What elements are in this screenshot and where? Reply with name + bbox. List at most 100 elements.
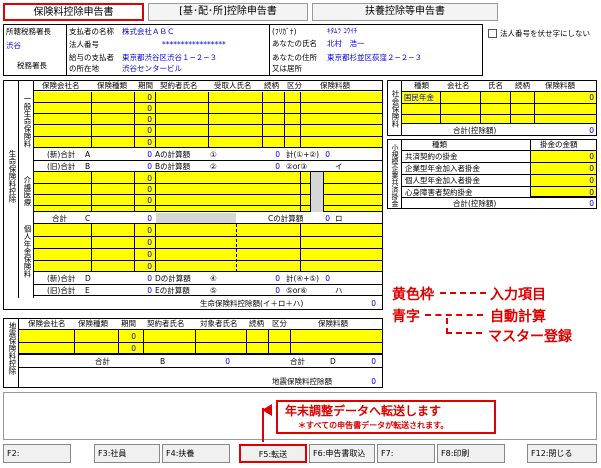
quake-d-value: 0: [371, 357, 376, 366]
payer-addr-value1: 東京都渋谷区渋谷１−２−３: [122, 53, 218, 62]
gen-b-label: B: [85, 162, 91, 171]
gen-circ2: ②: [210, 162, 217, 171]
gen-b-calc-label: Bの計算額: [155, 162, 191, 171]
small-item-2: 企業型年金加入者掛金: [405, 164, 480, 173]
quake-h-type: 保険種類: [78, 319, 108, 328]
life-h-class: 区分: [287, 81, 302, 90]
pen-amount-1: 0: [147, 226, 152, 235]
med-c-calc-value: 0: [325, 214, 330, 223]
f12-close-button[interactable]: F12:閉じる: [527, 444, 597, 463]
f2-button[interactable]: F2:: [3, 444, 71, 463]
corp-no-value: *****************: [162, 40, 226, 49]
quake-h-relation: 続柄: [249, 319, 264, 328]
small-value-2: 0: [589, 164, 594, 173]
social-h-name: 氏名: [488, 81, 503, 90]
life-h-relation: 続柄: [264, 81, 279, 90]
life-grand-total-label: 生命保険料控除額(イ＋ロ＋ハ): [200, 299, 304, 308]
kana-label: (ﾌﾘｶﾞﾅ): [272, 27, 297, 36]
legend-blue-desc2: マスター登録: [488, 329, 572, 345]
addr-label2: 又は居所: [272, 64, 302, 73]
small-total-value: 0: [589, 199, 594, 208]
quake-d-label: D: [330, 357, 336, 366]
kana-value: ｷﾀﾑﾗ ｺｳｲﾁ: [327, 27, 358, 35]
gen-amount-5: 0: [147, 138, 152, 147]
quake-h-contractor: 契約者氏名: [147, 319, 185, 328]
med-amount-2: 0: [147, 185, 152, 194]
quake-h-target: 対象者氏名: [200, 319, 238, 328]
pen-new-label: (新)合計: [47, 274, 76, 283]
med-c-calc-label: Cの計算額: [268, 214, 304, 223]
pen-old-label: (旧)合計: [47, 286, 76, 295]
tab-dependent-deduction[interactable]: 扶養控除等申告書: [312, 3, 498, 21]
med-c-value: 0: [147, 214, 152, 223]
social-row1-value: 0: [589, 93, 594, 102]
medical-input-area[interactable]: [34, 172, 383, 212]
gen-b-value: 0: [147, 162, 152, 171]
small-item-3: 個人型年金加入者掛金: [405, 176, 480, 185]
payer-addr-label1: 給与の支払者: [69, 53, 114, 62]
med-c-label: C: [85, 214, 91, 223]
small-section-label: 小規模企業共済掛金: [391, 144, 399, 207]
med-amount-3: 0: [147, 196, 152, 205]
f3-employee-button[interactable]: F3:社員: [94, 444, 160, 463]
gen-old-total-label: (旧)合計: [47, 162, 76, 171]
pen-circ4: ④: [210, 274, 217, 283]
gen-sum-i: イ: [335, 162, 343, 171]
f6-import-button[interactable]: F6:申告書取込: [309, 444, 375, 463]
pen-d-calc-value: 0: [275, 274, 280, 283]
tab-basic-spouse-deduction[interactable]: [基･配･所]控除申告書: [148, 3, 308, 21]
gen-circ1: ①: [210, 150, 217, 159]
pen-amount-3: 0: [147, 250, 152, 259]
life-grand-total-value: 0: [371, 299, 376, 308]
small-value-1: 0: [589, 152, 594, 161]
quake-total-label: 合計: [95, 357, 110, 366]
quake-h-company: 保険会社名: [28, 319, 66, 328]
payer-name-value: 株式会社ＡＢＣ: [122, 27, 175, 36]
small-value-3: 0: [589, 176, 594, 185]
f5-transfer-button[interactable]: F5:転送: [239, 444, 307, 463]
life-section-label: 生命保険料控除: [8, 150, 17, 203]
small-item-4: 心身障害者契約掛金: [405, 188, 473, 197]
transfer-notice-sub: ＊すべての申告書データが転送されます。: [298, 421, 449, 430]
pen-sum-label: 計(④+⑤): [286, 274, 320, 283]
pen-sum-value: 0: [325, 274, 330, 283]
quake-h-class: 区分: [272, 319, 287, 328]
social-total-label: 合計(控除額): [453, 126, 497, 135]
med-amount-1: 0: [147, 174, 152, 183]
office-suffix: 税務署長: [17, 61, 47, 70]
quake-deduction-label: 地震保険料控除額: [272, 377, 332, 386]
f4-dependent-button[interactable]: F4:扶養: [162, 444, 230, 463]
legend-blue-desc1: 自動計算: [490, 309, 546, 325]
f8-print-button[interactable]: F8:印刷: [437, 444, 505, 463]
small-h-type: 種類: [432, 140, 447, 149]
name-label: あなたの氏名: [272, 39, 317, 48]
pen-e-label: E: [85, 286, 90, 295]
payer-name-label: 支払者の名称: [69, 27, 114, 36]
med-total-label: 合計: [52, 214, 67, 223]
legend-blue: 青字: [392, 309, 420, 325]
no-print-label: 法人番号を伏せ字にしない: [500, 29, 590, 38]
gen-a-label: A: [85, 150, 91, 159]
social-h-type: 種類: [414, 81, 429, 90]
gen-amount-4: 0: [147, 126, 152, 135]
tab-insurance-deduction[interactable]: 保険料控除申告書: [3, 3, 144, 21]
name-value: 北村 浩一: [327, 39, 365, 48]
pen-d-calc-label: Dの計算額: [155, 274, 191, 283]
addr-label1: あなたの住所: [272, 53, 317, 62]
pen-e-calc-value: 0: [275, 286, 280, 295]
office-value: 渋谷: [6, 41, 21, 50]
gen-sum-value: 0: [325, 150, 330, 159]
gen-a-calc-label: Aの計算額: [155, 150, 191, 159]
quake-amount-1: 0: [131, 332, 136, 341]
gen-amount-3: 0: [147, 115, 152, 124]
general-label: 一般生命保険料: [23, 95, 32, 148]
f7-button[interactable]: F7:: [377, 444, 435, 463]
pension-label: 個人年金保険料: [23, 225, 32, 278]
pen-d-label: D: [85, 274, 91, 283]
gen-a-calc-value: 0: [275, 150, 280, 159]
no-print-checkbox[interactable]: [488, 29, 497, 38]
quake-total-label2: 合計: [290, 357, 305, 366]
gen-amount-1: 0: [147, 93, 152, 102]
small-total-label: 合計(控除額): [453, 199, 497, 208]
office-label: 所轄税務署長: [6, 27, 51, 36]
